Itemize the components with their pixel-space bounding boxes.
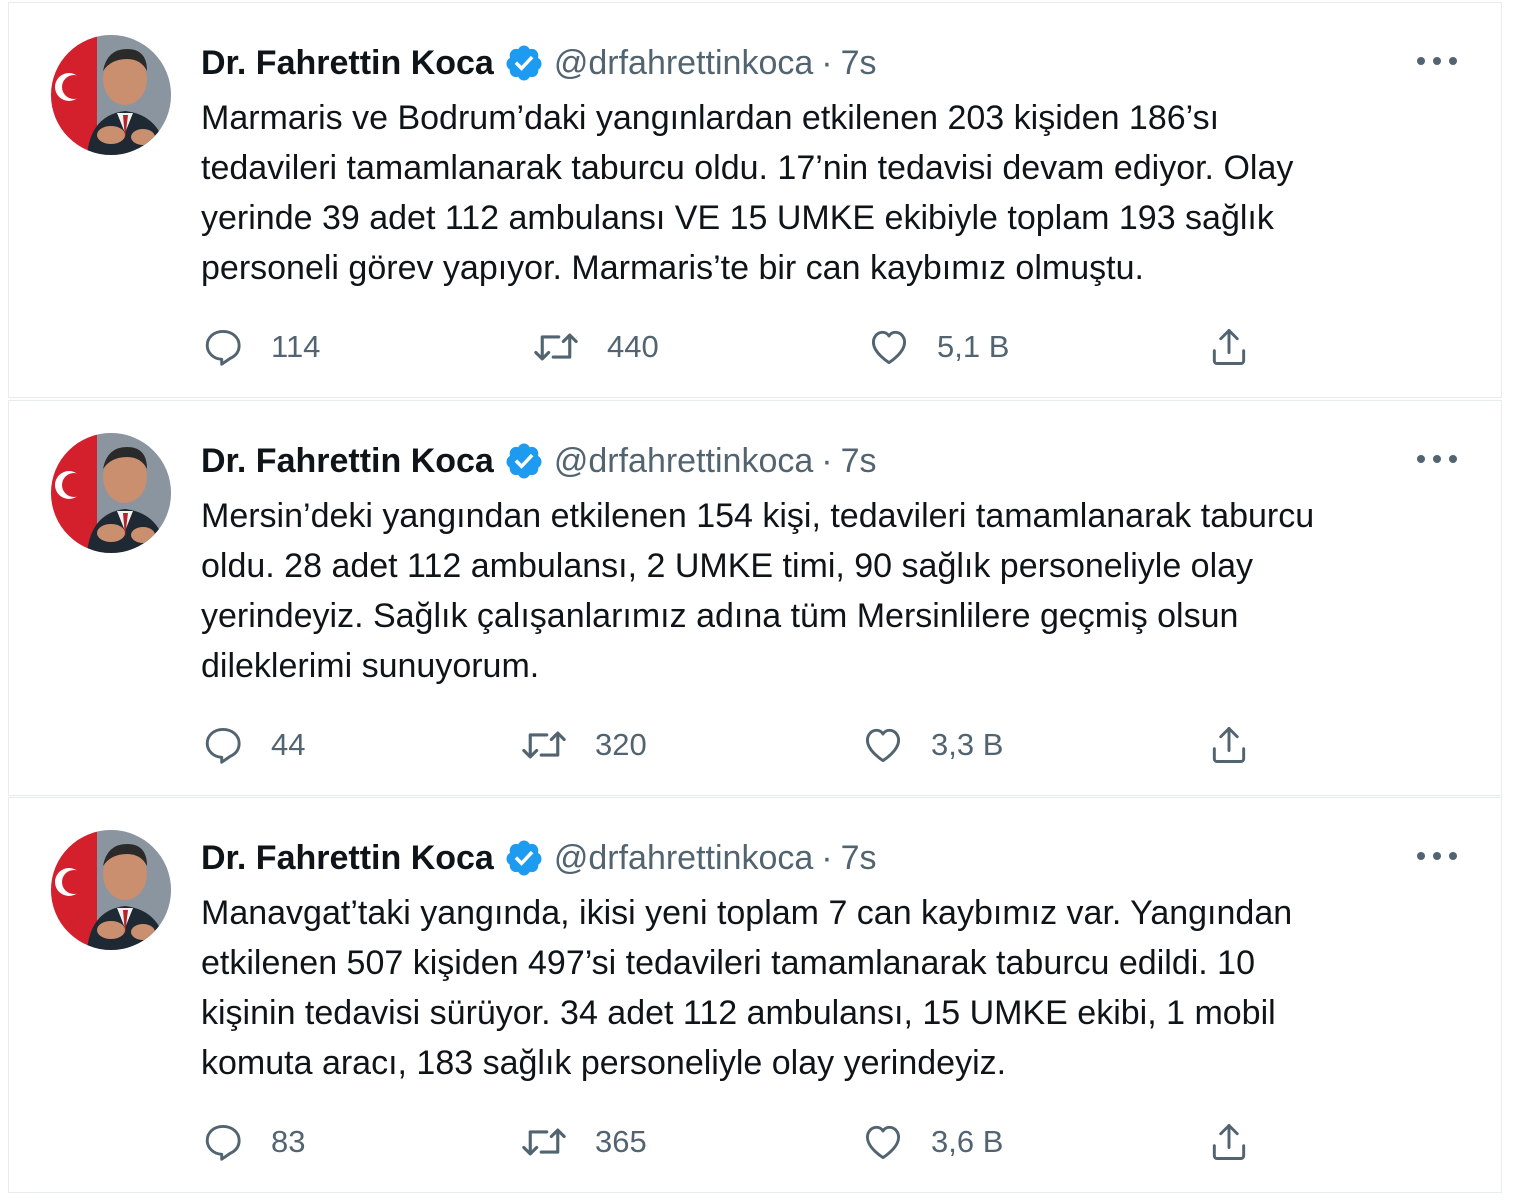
like-button[interactable]: 3,3 B (861, 721, 1003, 769)
tweet-text-line: Mersin’deki yangından etkilenen 154 kişi… (201, 497, 1315, 535)
tweet-text: Marmaris ve Bodrum’daki yangınlardan etk… (201, 93, 1461, 293)
tweet-actions: 83 365 3,6 B (201, 1118, 1301, 1166)
like-count: 5,1 B (937, 329, 1010, 364)
author-name[interactable]: Dr. Fahrettin Koca (201, 839, 494, 878)
speech-bubble-icon (205, 1124, 241, 1161)
tweet-text-line: kişinin tedavisi sürüyor. 34 adet 112 am… (201, 994, 1276, 1032)
tweet-card[interactable]: Dr. Fahrettin Koca @drfahrettinkoca · 7s… (8, 797, 1502, 1193)
separator-dot: · (821, 43, 833, 82)
avatar[interactable] (51, 830, 171, 950)
tweet-text: Mersin’deki yangından etkilenen 154 kişi… (201, 491, 1461, 691)
like-count: 3,6 B (931, 1124, 1004, 1159)
tweet-text-line: komuta aracı, 183 sağlık personeliyle ol… (201, 1044, 1007, 1082)
tweet-text-line: Marmaris ve Bodrum’daki yangınlardan etk… (201, 99, 1220, 137)
tweet-header: Dr. Fahrettin Koca @drfahrettinkoca · 7s (201, 439, 877, 483)
tweet-header: Dr. Fahrettin Koca @drfahrettinkoca · 7s (201, 41, 877, 85)
retweet-arrows-icon (522, 731, 566, 759)
tweet-text-line: oldu. 28 adet 112 ambulansı, 2 UMKE timi… (201, 547, 1254, 585)
tweet-text: Manavgat’taki yangında, ikisi yeni topla… (201, 888, 1461, 1088)
tweet-time[interactable]: 7s (841, 839, 877, 878)
retweet-count: 440 (607, 329, 659, 364)
like-count: 3,3 B (931, 727, 1004, 762)
retweet-button[interactable]: 440 (531, 323, 659, 371)
avatar[interactable] (51, 433, 171, 553)
author-name[interactable]: Dr. Fahrettin Koca (201, 44, 494, 83)
share-upload-icon (1212, 1124, 1246, 1160)
avatar-photo-icon (51, 35, 171, 155)
like-button[interactable]: 5,1 B (867, 323, 1009, 371)
speech-bubble-icon (205, 329, 241, 366)
more-dots-icon[interactable] (1417, 844, 1457, 868)
tweet-header: Dr. Fahrettin Koca @drfahrettinkoca · 7s (201, 836, 877, 880)
retweet-arrows-icon (534, 333, 578, 361)
reply-count: 44 (271, 727, 306, 762)
verified-badge-icon (504, 43, 544, 83)
tweet-time[interactable]: 7s (841, 44, 877, 83)
reply-button[interactable]: 44 (201, 721, 305, 769)
heart-icon (865, 1125, 901, 1160)
tweet-text-line: dileklerimi sunuyorum. (201, 647, 540, 685)
author-handle[interactable]: @drfahrettinkoca (554, 839, 813, 878)
author-handle[interactable]: @drfahrettinkoca (554, 442, 813, 481)
tweet-text-line: tedavileri tamamlanarak taburcu oldu. 17… (201, 149, 1294, 187)
avatar-photo-icon (51, 433, 171, 553)
reply-button[interactable]: 114 (201, 323, 320, 371)
heart-icon (865, 728, 901, 763)
tweet-feed: Dr. Fahrettin Koca @drfahrettinkoca · 7s… (0, 0, 1525, 1200)
tweet-text-line: etkilenen 507 kişiden 497’si tedavileri … (201, 944, 1255, 982)
speech-bubble-icon (205, 727, 241, 764)
avatar-photo-icon (51, 830, 171, 950)
separator-dot: · (821, 838, 833, 877)
share-upload-icon (1212, 329, 1246, 365)
more-dots-icon[interactable] (1417, 49, 1457, 73)
tweet-text-line: yerindeyiz. Sağlık çalışanlarımız adına … (201, 597, 1239, 635)
tweet-card[interactable]: Dr. Fahrettin Koca @drfahrettinkoca · 7s… (8, 400, 1502, 796)
share-button[interactable] (1207, 721, 1251, 769)
retweet-count: 320 (595, 727, 647, 762)
verified-badge-icon (504, 441, 544, 481)
tweet-card[interactable]: Dr. Fahrettin Koca @drfahrettinkoca · 7s… (8, 2, 1502, 398)
tweet-actions: 114 440 5,1 B (201, 323, 1301, 371)
verified-badge-icon (504, 838, 544, 878)
more-dots-icon[interactable] (1417, 447, 1457, 471)
retweet-button[interactable]: 365 (519, 1118, 647, 1166)
retweet-arrows-icon (522, 1128, 566, 1156)
tweet-text-line: Manavgat’taki yangında, ikisi yeni topla… (201, 894, 1293, 932)
heart-icon (871, 330, 907, 365)
tweet-actions: 44 320 3,3 B (201, 721, 1301, 769)
tweet-text-line: personeli görev yapıyor. Marmaris’te bir… (201, 249, 1144, 287)
avatar[interactable] (51, 35, 171, 155)
separator-dot: · (821, 441, 833, 480)
retweet-button[interactable]: 320 (519, 721, 647, 769)
reply-count: 83 (271, 1124, 306, 1159)
like-button[interactable]: 3,6 B (861, 1118, 1003, 1166)
reply-count: 114 (271, 329, 321, 364)
share-upload-icon (1212, 727, 1246, 763)
tweet-text-line: yerinde 39 adet 112 ambulansı VE 15 UMKE… (201, 199, 1274, 237)
author-name[interactable]: Dr. Fahrettin Koca (201, 442, 494, 481)
share-button[interactable] (1207, 1118, 1251, 1166)
retweet-count: 365 (595, 1124, 647, 1159)
share-button[interactable] (1207, 323, 1251, 371)
reply-button[interactable]: 83 (201, 1118, 305, 1166)
author-handle[interactable]: @drfahrettinkoca (554, 44, 813, 83)
tweet-time[interactable]: 7s (841, 442, 877, 481)
